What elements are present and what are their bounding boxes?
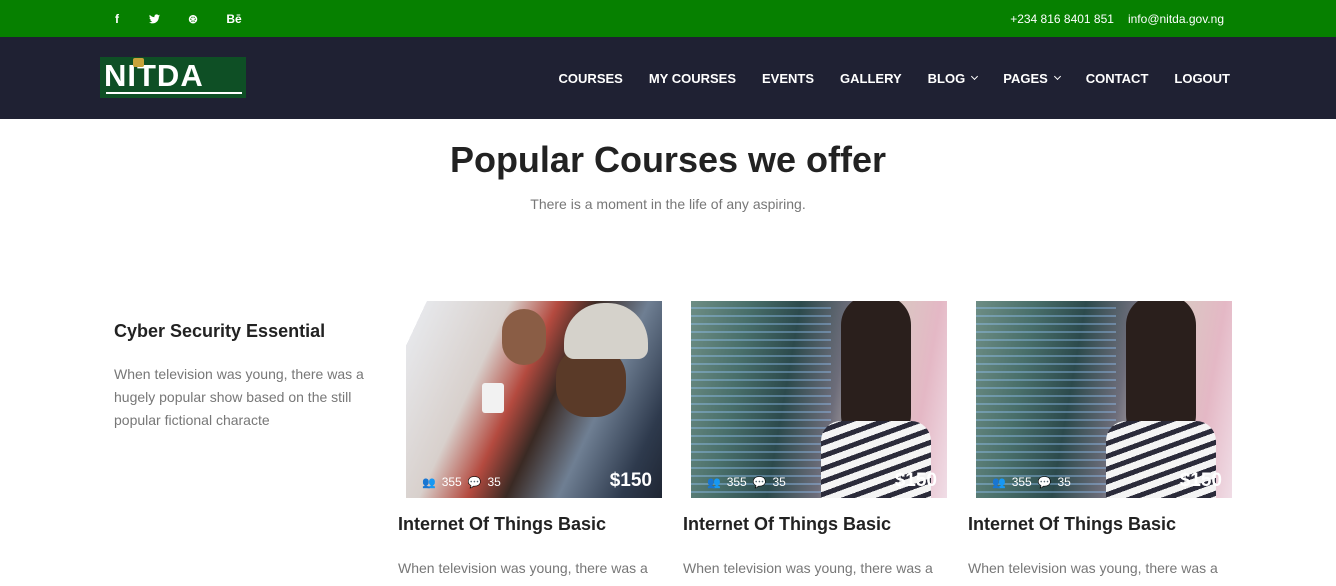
comment-count: 35 [487, 475, 501, 489]
phone-number[interactable]: +234 816 8401 851 [1010, 12, 1114, 26]
nav-label: EVENTS [762, 70, 815, 86]
nav-label: LOGOUT [1174, 70, 1230, 86]
users-icon: 👥 [422, 476, 436, 489]
course-description: When television was young, there was a h… [398, 560, 648, 586]
comment-icon: 💬 [752, 476, 767, 489]
image-shape [502, 309, 546, 365]
contact-info: +234 816 8401 851 info@nitda.gov.ng [1010, 0, 1224, 37]
nav-label: BLOG [927, 70, 966, 86]
course-title[interactable]: Internet Of Things Basic [683, 514, 891, 535]
nav-label: MY COURSES [648, 70, 737, 86]
nav-item-contact[interactable]: CONTACT [1086, 71, 1149, 86]
email-address[interactable]: info@nitda.gov.ng [1128, 12, 1224, 26]
nav-item-logout[interactable]: LOGOUT [1174, 71, 1230, 86]
nav-menu: COURSES MY COURSES EVENTS GALLERY BLOG P… [533, 37, 1230, 119]
course-card[interactable]: 👥 355 💬 35 $150 Internet Of Things Basic… [968, 301, 1232, 586]
nav-item-events[interactable]: EVENTS [762, 71, 814, 86]
intro-title: Cyber Security Essential [114, 321, 326, 341]
section-subtitle: There is a moment in the life of any asp… [530, 196, 806, 212]
nav-label: CONTACT [1085, 70, 1149, 86]
course-title[interactable]: Internet Of Things Basic [968, 514, 1176, 535]
nav-item-pages[interactable]: PAGES [1003, 70, 1061, 86]
course-image[interactable]: 👥 355 💬 35 $150 [976, 301, 1232, 498]
coat-of-arms-icon [133, 58, 144, 67]
course-price: $150 [1179, 470, 1222, 491]
nav-item-gallery[interactable]: GALLERY [840, 71, 902, 86]
student-count: 355 [1011, 475, 1032, 489]
chevron-down-icon [971, 72, 979, 81]
twitter-bird-glyph [148, 13, 160, 23]
users-icon: 👥 [707, 476, 721, 489]
comment-icon: 💬 [1037, 476, 1052, 489]
main-navbar: NITDA COURSES MY COURSES EVENTS GALLERY … [0, 37, 1336, 119]
behance-icon[interactable]: Bē [224, 0, 244, 37]
image-shape [564, 303, 648, 359]
nav-item-blog[interactable]: BLOG [927, 70, 979, 86]
image-shape [976, 301, 1116, 498]
twitter-icon[interactable] [144, 0, 164, 37]
course-title[interactable]: Internet Of Things Basic [398, 514, 606, 535]
section-title: Popular Courses we offer [449, 139, 887, 180]
course-description: When television was young, there was a h… [968, 560, 1218, 586]
nav-label: GALLERY [840, 70, 902, 86]
course-meta: 👥 355 💬 35 [422, 475, 501, 489]
course-card[interactable]: 👥 355 💬 35 $150 Internet Of Things Basic… [398, 301, 662, 586]
student-count: 355 [441, 475, 462, 489]
nitda-logo[interactable]: NITDA [100, 57, 246, 98]
course-meta: 👥 355 💬 35 [707, 475, 786, 489]
comment-count: 35 [1057, 475, 1071, 489]
intro-text: When television was young, there was a h… [114, 366, 364, 428]
chevron-down-icon [1053, 72, 1061, 81]
course-meta: 👥 355 💬 35 [992, 475, 1071, 489]
users-icon: 👥 [992, 476, 1006, 489]
nav-label: PAGES [1003, 70, 1048, 86]
nav-item-my-courses[interactable]: MY COURSES [649, 71, 736, 86]
logo-underline [106, 92, 242, 94]
nav-label: COURSES [558, 70, 623, 86]
course-image[interactable]: 👥 355 💬 35 $150 [406, 301, 662, 498]
course-image[interactable]: 👥 355 💬 35 $150 [691, 301, 947, 498]
course-card[interactable]: 👥 355 💬 35 $150 Internet Of Things Basic… [683, 301, 947, 586]
course-description: When television was young, there was a h… [683, 560, 933, 586]
course-price: $150 [894, 470, 937, 491]
facebook-icon[interactable]: f [107, 0, 127, 37]
top-bar: f ⊛ Bē +234 816 8401 851 info@nitda.gov.… [0, 0, 1336, 37]
student-count: 355 [726, 475, 747, 489]
dribbble-icon[interactable]: ⊛ [183, 0, 203, 37]
nav-item-courses[interactable]: COURSES [559, 71, 623, 86]
comment-count: 35 [772, 475, 786, 489]
image-shape [691, 301, 831, 498]
image-shape [482, 383, 504, 413]
course-price: $150 [609, 470, 652, 491]
logo-text: NITDA [104, 58, 204, 93]
comment-icon: 💬 [467, 476, 482, 489]
